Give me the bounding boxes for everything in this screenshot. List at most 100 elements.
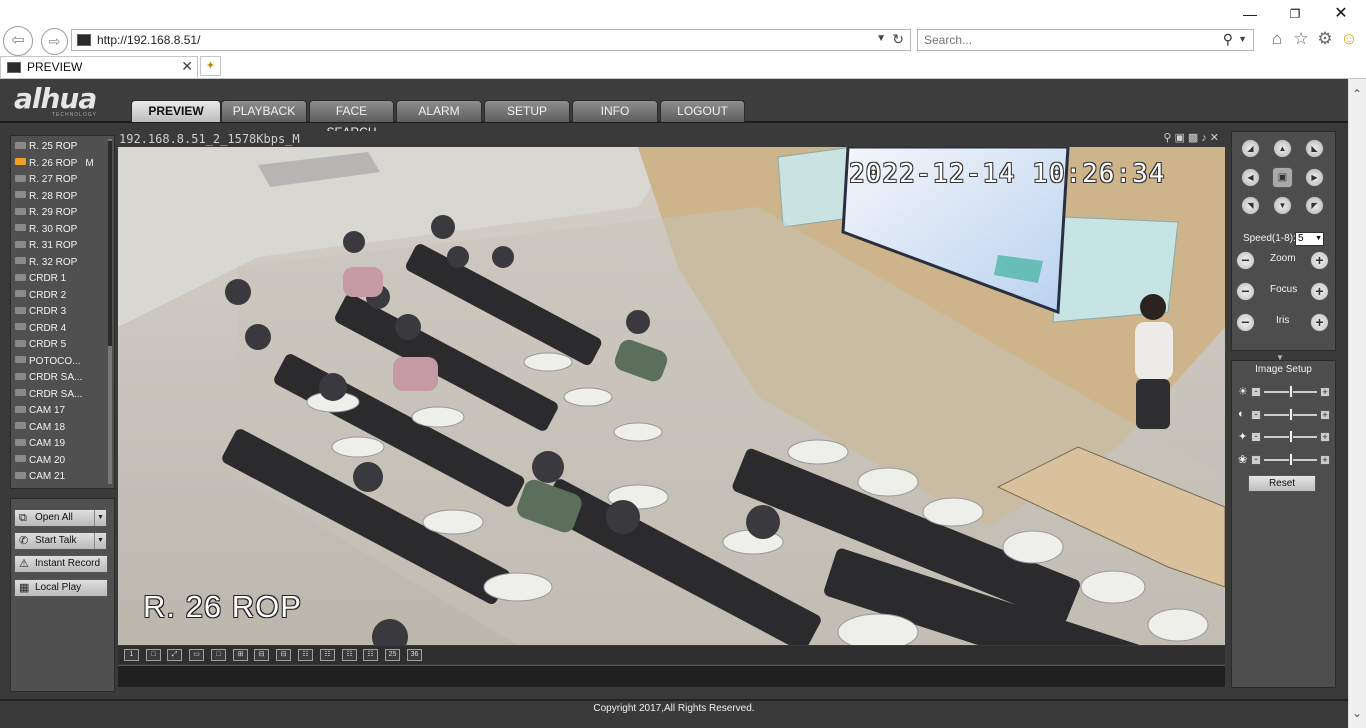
ptz-down-icon[interactable]: ▼	[1273, 196, 1292, 215]
zoom-icon[interactable]: ⚲	[1163, 132, 1174, 144]
iris-open-button[interactable]: +	[1310, 313, 1329, 332]
channel-item[interactable]: R. 32 ROP	[15, 257, 77, 271]
channel-item[interactable]: CAM 17	[15, 405, 65, 419]
speed-select[interactable]: 5 ▼	[1295, 232, 1324, 246]
close-icon[interactable]: ✕	[1331, 6, 1351, 22]
channel-item[interactable]: R. 29 ROP	[15, 207, 77, 221]
channel-item[interactable]: CRDR 2	[15, 290, 66, 304]
browser-tab[interactable]: PREVIEW ✕	[0, 56, 198, 78]
new-tab-button[interactable]: ✦	[200, 56, 221, 76]
audio-icon[interactable]: ♪	[1201, 132, 1210, 144]
back-button[interactable]: ⇦	[3, 26, 33, 56]
slider-thumb[interactable]	[1288, 430, 1293, 443]
zoom-out-button[interactable]: −	[1236, 251, 1255, 270]
channel-item[interactable]: CAM 20	[15, 455, 65, 469]
slider-thumb[interactable]	[1288, 407, 1293, 421]
increase-button[interactable]: +	[1320, 409, 1330, 420]
open-all-button[interactable]: ⧉ Open All ▼	[14, 509, 107, 527]
ptz-down-left-icon[interactable]: ◥	[1241, 196, 1260, 215]
zoom-in-button[interactable]: +	[1310, 251, 1329, 270]
layout-button[interactable]: 25	[385, 649, 400, 661]
layout-button[interactable]: 1	[124, 649, 139, 661]
reset-button[interactable]: Reset	[1248, 475, 1316, 492]
forward-button[interactable]: ⇨	[41, 28, 68, 55]
refresh-icon[interactable]: ↻	[892, 31, 904, 48]
layout-button[interactable]: ☷	[342, 649, 357, 661]
decrease-button[interactable]: -	[1251, 387, 1261, 397]
layout-button[interactable]: ⊞	[233, 649, 248, 661]
gear-icon[interactable]: ⚙	[1315, 29, 1335, 49]
increase-button[interactable]: +	[1320, 387, 1330, 397]
ptz-up-left-icon[interactable]: ◢	[1241, 139, 1260, 158]
ptz-up-icon[interactable]: ▲	[1273, 139, 1292, 158]
decrease-button[interactable]: -	[1251, 454, 1261, 465]
nav-tab-playback[interactable]: PLAYBACK	[221, 100, 307, 122]
channel-item[interactable]: POTOCO...	[15, 356, 81, 370]
page-scrollbar[interactable]: ⌃ ⌄	[1348, 79, 1366, 728]
open-all-dropdown-icon[interactable]: ▼	[94, 510, 106, 526]
start-talk-button[interactable]: ✆ Start Talk ▼	[14, 532, 107, 550]
search-icon[interactable]: ⚲	[1223, 31, 1233, 48]
focus-in-button[interactable]: +	[1310, 282, 1329, 301]
scroll-up-icon[interactable]: ⌃	[1352, 87, 1362, 101]
search-box[interactable]: ⚲ ▼	[917, 29, 1254, 51]
decrease-button[interactable]: -	[1251, 409, 1261, 420]
snapshot-icon[interactable]: ▣	[1174, 132, 1187, 144]
channel-item[interactable]: CAM 19	[15, 438, 65, 452]
layout-button[interactable]: □	[211, 649, 226, 661]
star-icon[interactable]: ☆	[1291, 29, 1311, 49]
channel-list-scrollbar[interactable]	[108, 139, 112, 484]
nav-tab-alarm[interactable]: ALARM	[396, 100, 482, 122]
local-play-button[interactable]: ▦ Local Play	[14, 579, 108, 597]
tab-close-icon[interactable]: ✕	[181, 58, 193, 75]
channel-item[interactable]: CRDR 3	[15, 306, 66, 320]
ptz-center-icon[interactable]: ▣	[1272, 167, 1293, 188]
ptz-left-icon[interactable]: ◀	[1241, 168, 1260, 187]
nav-tab-info[interactable]: INFO	[572, 100, 658, 122]
channel-item[interactable]: R. 28 ROP	[15, 191, 77, 205]
increase-button[interactable]: +	[1320, 432, 1330, 442]
channel-item[interactable]: R. 27 ROP	[15, 174, 77, 188]
scroll-down-icon[interactable]: ⌄	[1352, 706, 1362, 720]
nav-tab-face-search[interactable]: FACE SEARCH	[309, 100, 394, 139]
address-url[interactable]: http://192.168.8.51/	[97, 33, 200, 47]
channel-item[interactable]: CRDR SA...	[15, 389, 82, 403]
layout-button[interactable]: ☷	[298, 649, 313, 661]
layout-button[interactable]: ⤢	[167, 649, 182, 661]
address-bar[interactable]: http://192.168.8.51/ ▼ ↻	[71, 29, 911, 51]
channel-item[interactable]: R. 25 ROP	[15, 141, 77, 155]
nav-tab-logout[interactable]: LOGOUT	[660, 100, 745, 122]
iris-close-button[interactable]: −	[1236, 313, 1255, 332]
channel-item[interactable]: R. 30 ROP	[15, 224, 77, 238]
channel-item[interactable]: CAM 18	[15, 422, 65, 436]
ptz-down-right-icon[interactable]: ◤	[1305, 196, 1324, 215]
channel-item[interactable]: R. 31 ROP	[15, 240, 77, 254]
layout-button[interactable]: ☷	[363, 649, 378, 661]
close-video-icon[interactable]: ✕	[1210, 132, 1222, 144]
channel-item[interactable]: R. 26 ROP M	[15, 158, 94, 172]
instant-record-button[interactable]: ⚠ Instant Record	[14, 555, 108, 573]
channel-scrollbar-thumb[interactable]	[108, 141, 112, 346]
layout-button[interactable]: □	[146, 649, 161, 661]
focus-out-button[interactable]: −	[1236, 282, 1255, 301]
decrease-button[interactable]: -	[1251, 432, 1261, 442]
home-icon[interactable]: ⌂	[1267, 29, 1287, 49]
start-talk-dropdown-icon[interactable]: ▼	[94, 533, 106, 549]
nav-tab-setup[interactable]: SETUP	[484, 100, 570, 122]
ptz-right-icon[interactable]: ▶	[1305, 168, 1324, 187]
restore-icon[interactable]: ❐	[1285, 6, 1305, 22]
record-icon[interactable]: ▩	[1188, 132, 1201, 144]
layout-button[interactable]: ⊟	[254, 649, 269, 661]
ptz-up-right-icon[interactable]: ◣	[1305, 139, 1324, 158]
layout-button[interactable]: ☷	[320, 649, 335, 661]
channel-item[interactable]: CRDR 1	[15, 273, 66, 287]
slider-thumb[interactable]	[1288, 385, 1293, 398]
slider-thumb[interactable]	[1288, 452, 1293, 466]
address-dropdown-icon[interactable]: ▼	[876, 33, 886, 44]
increase-button[interactable]: +	[1320, 454, 1330, 465]
layout-button[interactable]: 36	[407, 649, 422, 661]
search-input[interactable]	[924, 32, 1204, 48]
live-video-feed[interactable]: 2022-12-14 10:26:34 R. 26 ROP	[118, 147, 1225, 645]
channel-item[interactable]: CRDR SA...	[15, 372, 82, 386]
smiley-icon[interactable]: ☺	[1339, 29, 1359, 49]
